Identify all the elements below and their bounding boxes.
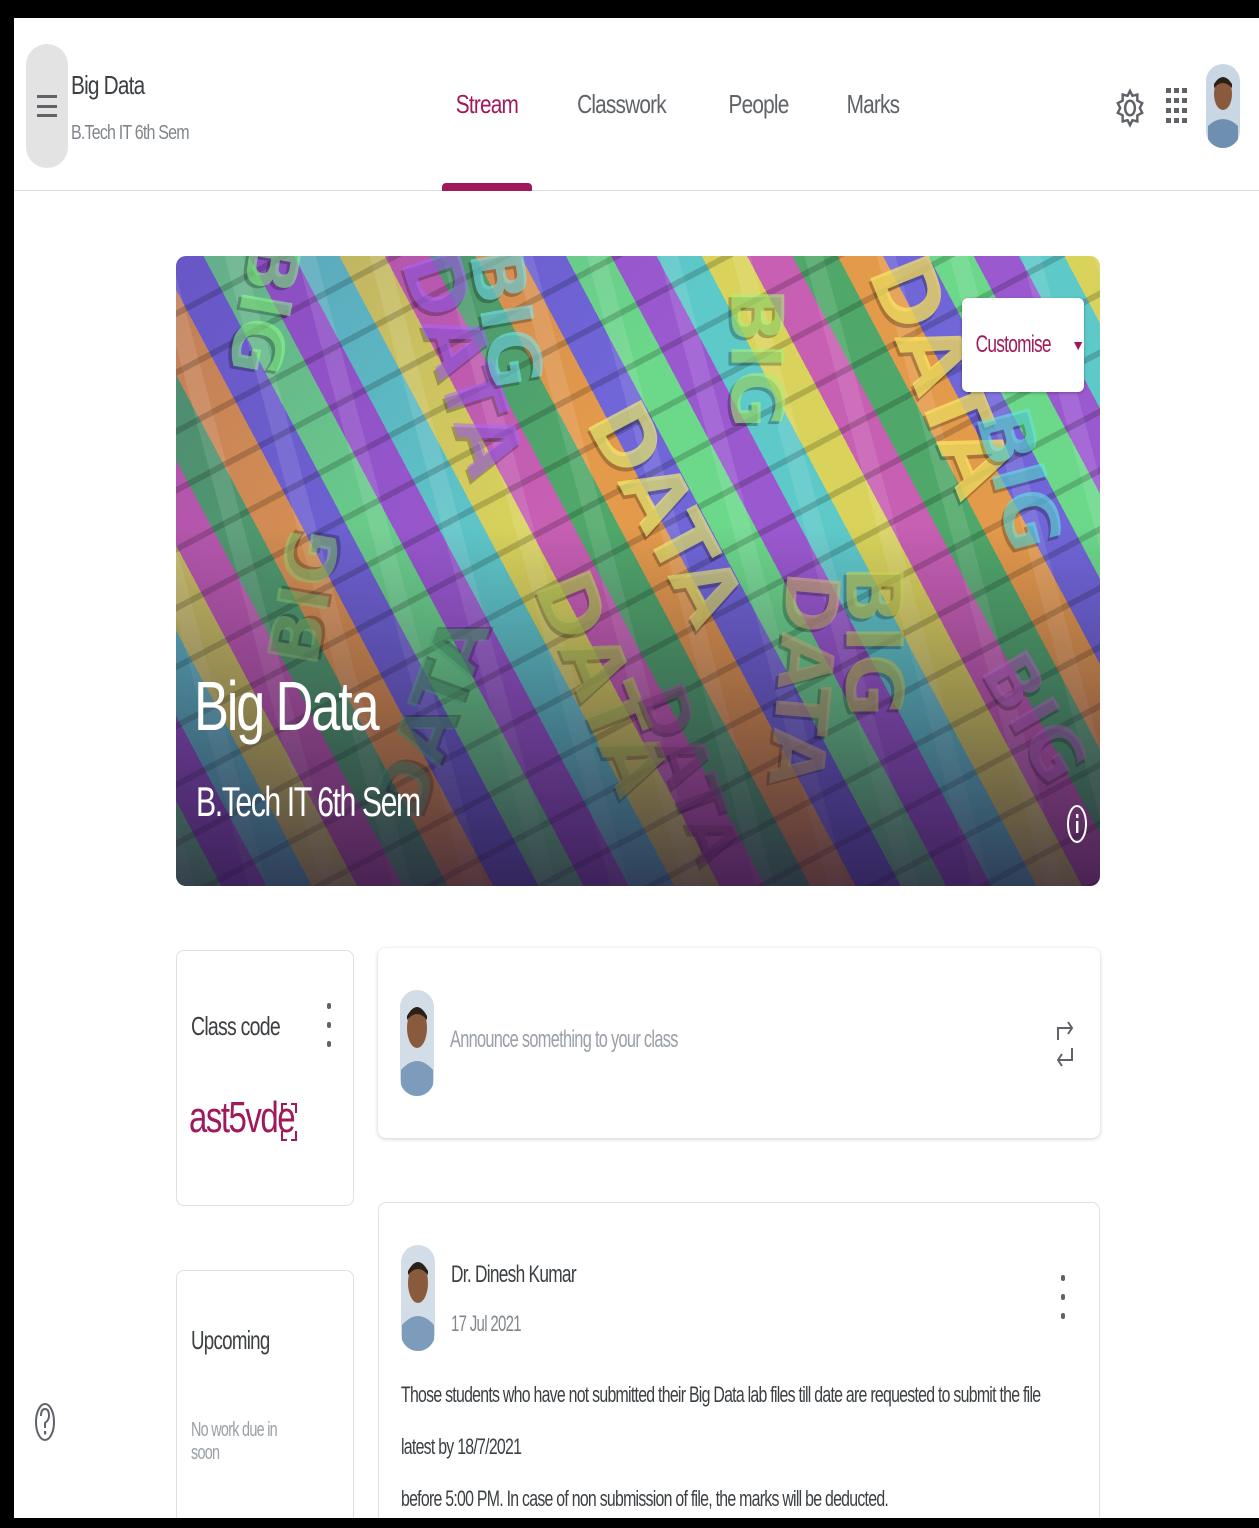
repost-icon[interactable] [1054, 1018, 1076, 1070]
top-bar: Big Data B.Tech IT 6th Sem Stream Classw… [14, 18, 1259, 191]
class-banner: BIG DATA BIG DATA BIG DATA BIG DATA BIG … [176, 256, 1100, 886]
banner-word: DATA [515, 557, 689, 808]
avatar [400, 990, 434, 1096]
customise-button[interactable]: Customise ▼ [962, 298, 1086, 392]
tab-classwork[interactable]: Classwork [544, 18, 699, 191]
tab-marks-label: Marks [846, 89, 900, 119]
avatar[interactable] [1206, 64, 1240, 148]
banner-word: BIG [252, 522, 357, 672]
info-icon[interactable] [1066, 802, 1088, 846]
tab-marks[interactable]: Marks [818, 18, 928, 191]
tab-people[interactable]: People [699, 18, 818, 191]
banner-word: BIG [964, 637, 1100, 797]
caret-down-icon: ▼ [1071, 337, 1086, 353]
tab-stream[interactable]: Stream [442, 18, 532, 191]
post-body-line: before 5:00 PM. In case of non submissio… [401, 1486, 889, 1511]
banner-word: BIG [827, 564, 918, 718]
upcoming-empty-text: No work due in soon [191, 1419, 278, 1464]
upcoming-card: Upcoming No work due in soon [176, 1270, 354, 1518]
fullscreen-icon[interactable] [281, 1103, 297, 1141]
banner-subtitle: B.Tech IT 6th Sem [196, 778, 421, 825]
banner-word: DATA [622, 672, 756, 874]
avatar [401, 1245, 435, 1351]
class-code-card: Class code ast5vde [176, 950, 354, 1206]
post-body: Those students who have not submitted th… [401, 1369, 1049, 1518]
more-options-icon[interactable] [325, 1003, 333, 1047]
tab-classwork-label: Classwork [577, 89, 667, 119]
announce-input[interactable]: Announce something to your class [450, 1026, 678, 1054]
gear-icon[interactable] [1115, 86, 1145, 130]
customise-label: Customise [975, 331, 1052, 358]
banner-title: Big Data [194, 667, 380, 745]
more-options-icon[interactable] [1059, 1275, 1067, 1319]
class-subtitle: B.Tech IT 6th Sem [71, 122, 190, 144]
post-author: Dr. Dinesh Kumar [451, 1261, 577, 1288]
announce-card[interactable]: Announce something to your class [378, 948, 1100, 1138]
classroom-window: Big Data B.Tech IT 6th Sem Stream Classw… [14, 18, 1259, 1518]
help-icon[interactable] [34, 1400, 56, 1444]
banner-word: BIG [958, 397, 1079, 561]
post-date: 17 Jul 2021 [451, 1311, 522, 1336]
menu-icon [37, 95, 57, 117]
banner-word: BIG [714, 287, 799, 429]
tab-people-label: People [728, 89, 789, 119]
class-title[interactable]: Big Data [71, 70, 145, 101]
apps-grid-icon[interactable] [1166, 88, 1188, 128]
tab-bar: Stream Classwork People Marks [442, 18, 928, 191]
main-menu-button[interactable] [26, 44, 68, 168]
post-body-line: Those students who have not submitted th… [401, 1382, 1041, 1459]
upcoming-title: Upcoming [191, 1325, 270, 1355]
class-code-value: ast5vde [189, 1093, 296, 1142]
class-code-label: Class code [191, 1011, 281, 1041]
banner-word: BIG [212, 256, 317, 382]
announcement-post: Dr. Dinesh Kumar 17 Jul 2021 Those stude… [378, 1202, 1100, 1518]
tab-stream-label: Stream [455, 89, 519, 119]
banner-word: DATA [751, 568, 856, 790]
